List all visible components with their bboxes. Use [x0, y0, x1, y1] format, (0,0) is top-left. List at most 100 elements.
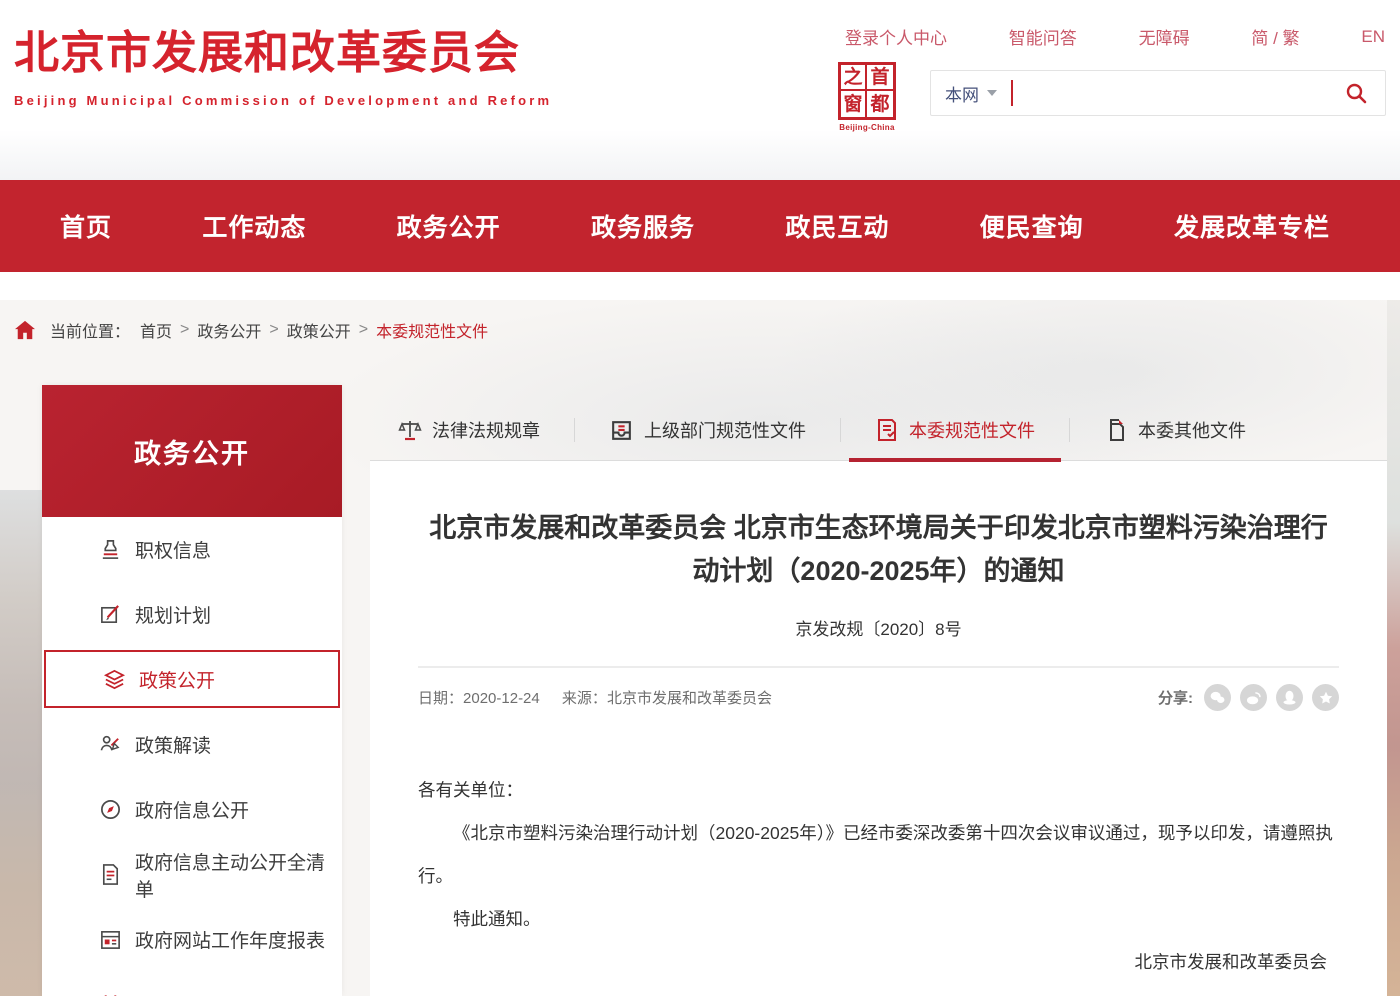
date-source: 日期：2020-12-24 来源：北京市发展和改革委员会 [418, 687, 772, 708]
divider-strip [0, 272, 1400, 300]
search-bar: 本网 [930, 70, 1386, 116]
breadcrumb-separator: > [359, 321, 368, 339]
beijing-china-seal-logo[interactable]: 之 首 窗 都 Beijing-China [835, 62, 899, 132]
login-link[interactable]: 登录个人中心 [845, 24, 947, 49]
home-icon[interactable] [14, 320, 36, 340]
sidebar-item-proactive-disclosure-list[interactable]: 政府信息主动公开全清单 [42, 842, 342, 907]
share-favorite-button[interactable] [1312, 684, 1339, 711]
share-weibo-button[interactable] [1240, 684, 1267, 711]
sidebar-item-label: 政策解读 [135, 731, 211, 758]
nav-item-interaction[interactable]: 政民互动 [785, 208, 889, 244]
breadcrumb-home[interactable]: 首页 [140, 318, 172, 342]
decision-calendar-icon [98, 993, 122, 996]
article-meta: 日期：2020-12-24 来源：北京市发展和改革委员会 分享: [418, 684, 1339, 711]
right-artwork-strip [1387, 300, 1400, 996]
search-scope-label: 本网 [945, 81, 979, 106]
sidebar-item-label: 政府网站工作年度报表 [135, 926, 325, 953]
qq-icon [1283, 690, 1296, 705]
nav-item-gov-disclosure[interactable]: 政务公开 [397, 208, 501, 244]
nav-item-work-news[interactable]: 工作动态 [202, 208, 306, 244]
site-logo[interactable]: 北京市发展和改革委员会 Beijing Municipal Commission… [14, 16, 552, 108]
site-title: 北京市发展和改革委员会 [14, 16, 552, 81]
top-links: 登录个人中心 智能问答 无障碍 简 / 繁 EN [845, 24, 1385, 49]
seal-icon: 之 首 窗 都 [838, 62, 896, 120]
paragraph: 《北京市塑料污染治理行动计划（2020-2025年）》已经市委深改委第十四次会议… [418, 812, 1339, 898]
sidebar-item-planning[interactable]: 规划计划 [42, 582, 342, 647]
tab-divider [1069, 418, 1070, 442]
person-pen-icon [98, 733, 122, 757]
sidebar-item-policy-disclosure[interactable]: 政策公开 [44, 650, 340, 708]
breadcrumb-gov-disclosure[interactable]: 政务公开 [197, 318, 261, 342]
share-label: 分享: [1158, 687, 1193, 708]
english-link[interactable]: EN [1361, 27, 1385, 47]
layers-icon [102, 667, 126, 691]
sidebar-item-gov-info-disclosure[interactable]: 政府信息公开 [42, 777, 342, 842]
inbox-icon [609, 418, 634, 443]
tab-bar: 法律法规规章 上级部门规范性文件 本委规范性文件 本 [370, 400, 1387, 461]
tab-superior-normative-docs[interactable]: 上级部门规范性文件 [583, 400, 832, 460]
signature: 北京市发展和改革委员会 [418, 941, 1339, 984]
plan-edit-icon [98, 603, 122, 627]
site-subtitle: Beijing Municipal Commission of Developm… [14, 93, 552, 108]
sidebar-item-label: 政府信息公开 [135, 796, 249, 823]
search-button[interactable] [1341, 78, 1371, 108]
star-icon [1319, 691, 1333, 705]
sidebar-item-annual-website-report[interactable]: 政府网站工作年度报表 [42, 907, 342, 972]
main-nav: 首页 工作动态 政务公开 政务服务 政民互动 便民查询 发展改革专栏 [0, 180, 1400, 272]
seal-caption: Beijing-China [835, 123, 899, 132]
share-wechat-button[interactable] [1204, 684, 1231, 711]
search-scope-dropdown[interactable]: 本网 [945, 81, 997, 106]
sidebar-header: 政务公开 [42, 385, 342, 517]
tab-commission-normative-docs[interactable]: 本委规范性文件 [849, 400, 1061, 460]
main-content: 法律法规规章 上级部门规范性文件 本委规范性文件 本 [370, 400, 1387, 996]
breadcrumb-policy-disclosure[interactable]: 政策公开 [287, 318, 351, 342]
accessibility-link[interactable]: 无障碍 [1139, 24, 1190, 49]
sidebar-item-label: 决策目录 [135, 991, 211, 996]
breadcrumb-label: 当前位置： [50, 318, 130, 342]
scale-icon [398, 418, 422, 442]
tab-label: 上级部门规范性文件 [644, 417, 806, 443]
report-calendar-icon [98, 928, 122, 952]
tab-label: 本委其他文件 [1138, 417, 1246, 443]
wechat-icon [1210, 691, 1225, 704]
text-cursor [1011, 80, 1013, 106]
sidebar-item-decision-catalog[interactable]: 决策目录 [42, 972, 342, 996]
source-label: 来源： [562, 690, 607, 707]
site-header: 北京市发展和改革委员会 Beijing Municipal Commission… [0, 0, 1400, 180]
search-input[interactable] [1017, 73, 1341, 113]
nav-item-reform-column[interactable]: 发展改革专栏 [1174, 208, 1330, 244]
sidebar-item-label: 职权信息 [135, 536, 211, 563]
sidebar-title: 政务公开 [134, 432, 250, 471]
chevron-down-icon [987, 90, 997, 96]
nav-item-home[interactable]: 首页 [60, 208, 112, 244]
document-list-icon [98, 863, 122, 887]
notice-line: 特此通知。 [418, 898, 1339, 941]
sidebar-item-policy-interpretation[interactable]: 政策解读 [42, 712, 342, 777]
tab-commission-other-docs[interactable]: 本委其他文件 [1078, 400, 1272, 460]
sidebar-item-authority-info[interactable]: 职权信息 [42, 517, 342, 582]
share-qq-button[interactable] [1276, 684, 1303, 711]
nav-item-convenience-query[interactable]: 便民查询 [980, 208, 1084, 244]
tab-divider [574, 418, 575, 442]
sidebar-item-label: 规划计划 [135, 601, 211, 628]
page: 北京市发展和改革委员会 Beijing Municipal Commission… [0, 0, 1400, 996]
article-body: 各有关单位： 《北京市塑料污染治理行动计划（2020-2025年）》已经市委深改… [418, 769, 1339, 983]
article-source: 北京市发展和改革委员会 [607, 690, 772, 707]
simplified-traditional-link[interactable]: 简 / 繁 [1251, 24, 1299, 49]
article-title: 北京市发展和改革委员会 北京市生态环境局关于印发北京市塑料污染治理行动计划（20… [418, 507, 1339, 593]
file-copy-icon [1104, 418, 1128, 442]
divider [418, 666, 1339, 668]
document-icon [875, 418, 899, 442]
smart-qa-link[interactable]: 智能问答 [1009, 24, 1077, 49]
salutation: 各有关单位： [418, 769, 1339, 812]
nav-item-gov-services[interactable]: 政务服务 [591, 208, 695, 244]
seal-char: 都 [867, 91, 893, 117]
seal-char: 之 [841, 65, 867, 91]
breadcrumb-current: 本委规范性文件 [376, 318, 488, 342]
breadcrumb-separator: > [269, 321, 278, 339]
breadcrumb-separator: > [180, 321, 189, 339]
article: 北京市发展和改革委员会 北京市生态环境局关于印发北京市塑料污染治理行动计划（20… [370, 461, 1387, 996]
date-label: 日期： [418, 690, 463, 707]
tab-laws-regulations[interactable]: 法律法规规章 [372, 400, 566, 460]
breadcrumb: 当前位置： 首页 > 政务公开 > 政策公开 > 本委规范性文件 [14, 318, 488, 342]
